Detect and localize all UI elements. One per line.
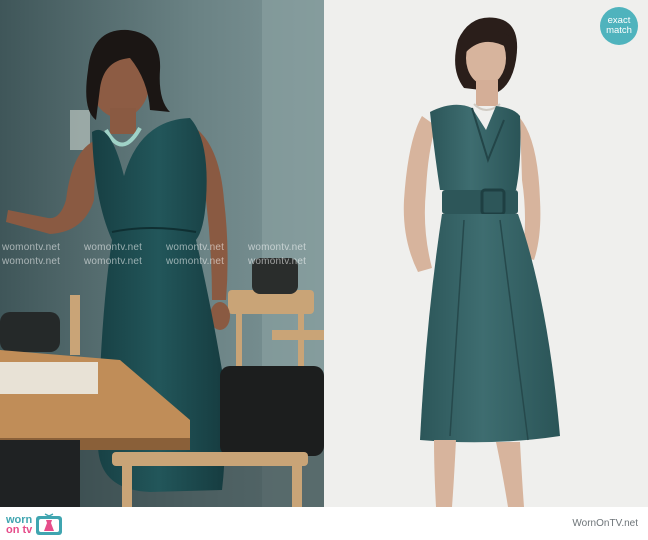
- product-photo: [324, 0, 648, 507]
- site-name[interactable]: WornOnTV.net: [572, 518, 638, 529]
- wornontv-logo[interactable]: worn on tv: [6, 513, 63, 537]
- watermark-text: womontv.net: [84, 256, 143, 267]
- tv-still-photo: womontv.net womontv.net womontv.net womo…: [0, 0, 324, 507]
- watermark-text: womontv.net: [166, 242, 225, 253]
- badge-line-2: match: [606, 25, 632, 36]
- footer-bar: worn on tv WornOnTV.net: [0, 507, 648, 540]
- watermark-text: womontv.net: [166, 256, 225, 267]
- watermark-text: womontv.net: [2, 242, 61, 253]
- logo-wordmark: worn on tv: [6, 515, 33, 536]
- watermark-text: womontv.net: [248, 256, 307, 267]
- watermark-text: womontv.net: [2, 256, 61, 267]
- exact-match-badge: exact match: [600, 7, 638, 45]
- tv-dress-icon: [36, 513, 63, 535]
- watermark-text: womontv.net: [248, 242, 307, 253]
- tv-still-illustration: [0, 0, 324, 507]
- logo-text-bottom: on tv: [6, 524, 33, 536]
- watermark-text: womontv.net: [84, 242, 143, 253]
- product-illustration: [324, 0, 648, 507]
